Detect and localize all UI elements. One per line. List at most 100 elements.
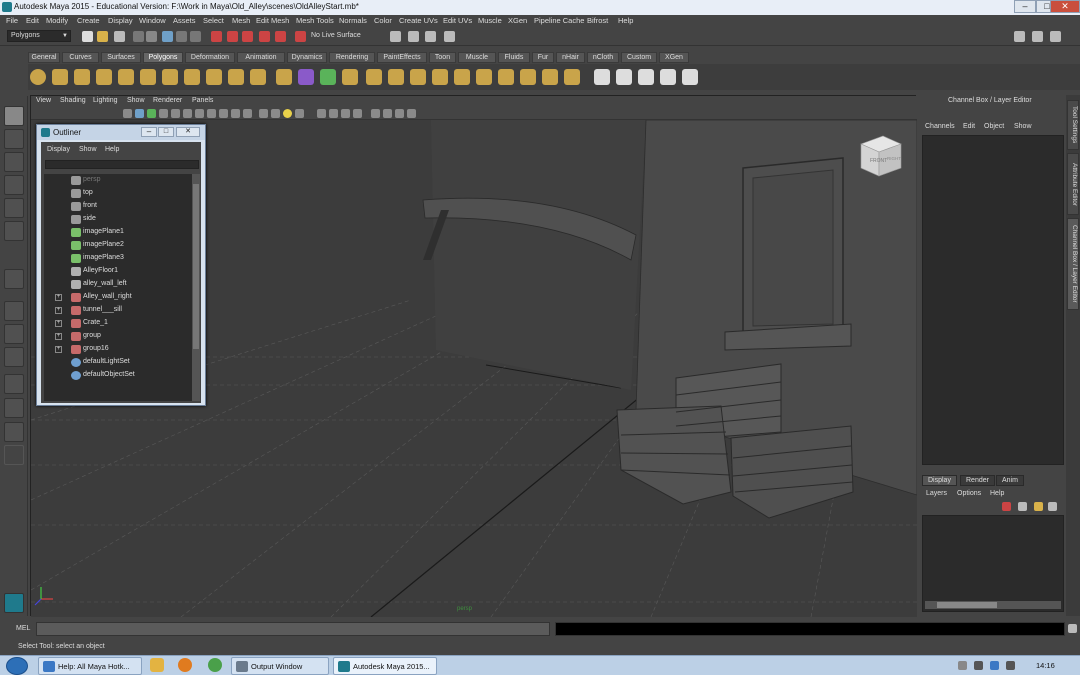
- outliner-item[interactable]: AlleyFloor1: [44, 265, 192, 278]
- autodesk-home-icon[interactable]: [4, 593, 24, 613]
- snap-grid-icon[interactable]: [211, 31, 222, 42]
- outliner-item[interactable]: + Crate_1: [44, 317, 192, 330]
- outliner-titlebar[interactable]: Outliner – □ ✕: [37, 125, 205, 140]
- taskbar-button-maya[interactable]: Autodesk Maya 2015...: [333, 657, 437, 675]
- xray-icon[interactable]: [329, 109, 338, 118]
- show-tool-settings-icon[interactable]: [1032, 31, 1043, 42]
- field-chart-icon[interactable]: [407, 109, 416, 118]
- single-perspective-layout-icon[interactable]: [4, 301, 24, 321]
- command-input[interactable]: [36, 622, 550, 636]
- automatic-mapping-icon[interactable]: [660, 69, 676, 85]
- shelf-tab-fur[interactable]: Fur: [532, 52, 554, 63]
- boolean-difference-icon[interactable]: [388, 69, 404, 85]
- shelf-tab-xgen[interactable]: XGen: [659, 52, 689, 63]
- menu-window[interactable]: Window: [139, 16, 166, 25]
- panel-menu-lighting[interactable]: Lighting: [93, 97, 118, 104]
- channel-box-menu-edit[interactable]: Edit: [963, 123, 975, 130]
- split-polygon-icon[interactable]: [542, 69, 558, 85]
- menu-create[interactable]: Create: [77, 16, 100, 25]
- append-polygon-icon[interactable]: [520, 69, 536, 85]
- expand-icon[interactable]: +: [55, 333, 62, 340]
- render-view-icon[interactable]: [390, 31, 401, 42]
- outliner-item[interactable]: alley_wall_left: [44, 278, 192, 291]
- taskbar-button-help[interactable]: Help: All Maya Hotk...: [38, 657, 142, 675]
- show-hidden-icons-icon[interactable]: [958, 661, 967, 670]
- anti-aliasing-icon[interactable]: [283, 109, 292, 118]
- outliner-item[interactable]: + tunnel___sill: [44, 304, 192, 317]
- image-plane-toggle-icon[interactable]: [159, 109, 168, 118]
- save-scene-icon[interactable]: [114, 31, 125, 42]
- wireframe-on-shaded-icon[interactable]: [207, 109, 216, 118]
- panel-menu-show[interactable]: Show: [127, 97, 145, 104]
- xray-joints-icon[interactable]: [353, 109, 362, 118]
- menu-modify[interactable]: Modify: [46, 16, 68, 25]
- outliner-item[interactable]: top: [44, 187, 192, 200]
- menu-create-uvs[interactable]: Create UVs: [399, 16, 438, 25]
- outliner-minimize-button[interactable]: –: [141, 127, 157, 137]
- snap-curve-icon[interactable]: [227, 31, 238, 42]
- channel-box-menu-object[interactable]: Object: [984, 123, 1004, 130]
- insert-edge-loop-icon[interactable]: [564, 69, 580, 85]
- outliner-scrollbar[interactable]: [192, 174, 200, 401]
- expand-icon[interactable]: +: [55, 320, 62, 327]
- boolean-intersection-icon[interactable]: [410, 69, 426, 85]
- gate-mask-icon[interactable]: [371, 109, 380, 118]
- outliner-item[interactable]: defaultLightSet: [44, 356, 192, 369]
- shelf-tab-dynamics[interactable]: Dynamics: [287, 52, 327, 63]
- menu-file[interactable]: File: [6, 16, 18, 25]
- outliner-close-button[interactable]: ✕: [176, 127, 200, 137]
- panel-menu-view[interactable]: View: [36, 97, 51, 104]
- outliner-list[interactable]: persp top front side imagePlane1 imagePlane2 i…: [44, 174, 192, 401]
- outliner-maximize-button[interactable]: □: [158, 127, 174, 137]
- show-attribute-editor-icon[interactable]: [1014, 31, 1025, 42]
- layer-tab-anim[interactable]: Anim: [996, 475, 1024, 486]
- depth-of-field-icon[interactable]: [295, 109, 304, 118]
- poly-torus-icon[interactable]: [140, 69, 156, 85]
- menu-select[interactable]: Select: [203, 16, 224, 25]
- poly-sphere-icon[interactable]: [30, 69, 46, 85]
- layer-tab-display[interactable]: Display: [922, 475, 957, 486]
- show-manipulator-icon[interactable]: [4, 269, 24, 289]
- poly-plane-icon[interactable]: [118, 69, 134, 85]
- start-button[interactable]: [6, 657, 28, 675]
- xray-active-components-icon[interactable]: [341, 109, 350, 118]
- menu-help[interactable]: Help: [618, 16, 633, 25]
- shadows-icon[interactable]: [243, 109, 252, 118]
- shelf-tab-custom[interactable]: Custom: [621, 52, 657, 63]
- grid-toggle-icon[interactable]: [171, 109, 180, 118]
- layer-menu-layers[interactable]: Layers: [926, 490, 947, 497]
- live-surface-icon[interactable]: [295, 31, 306, 42]
- safe-action-icon[interactable]: [395, 109, 404, 118]
- snap-point-icon[interactable]: [242, 31, 253, 42]
- expand-icon[interactable]: +: [55, 307, 62, 314]
- outliner-menu-help[interactable]: Help: [105, 146, 119, 153]
- layer-scrollbar[interactable]: [925, 601, 1061, 609]
- attribute-editor-tab[interactable]: Attribute Editor: [1067, 153, 1079, 215]
- menu-set-selector[interactable]: Polygons ▼: [7, 30, 71, 42]
- menu-edit-mesh[interactable]: Edit Mesh: [256, 16, 289, 25]
- paint-select-tool-icon[interactable]: [4, 152, 24, 172]
- poly-cone-icon[interactable]: [96, 69, 112, 85]
- media-player-icon[interactable]: [178, 658, 192, 672]
- new-layer-selected-icon[interactable]: [1002, 502, 1011, 511]
- rotate-tool-icon[interactable]: [4, 198, 24, 218]
- spherical-mapping-icon[interactable]: [638, 69, 654, 85]
- poly-cylinder-icon[interactable]: [74, 69, 90, 85]
- shelf-tab-animation[interactable]: Animation: [237, 52, 285, 63]
- poly-soccer-ball-icon[interactable]: [250, 69, 266, 85]
- menu-muscle[interactable]: Muscle: [478, 16, 502, 25]
- shelf-tab-toon[interactable]: Toon: [429, 52, 456, 63]
- outliner-item[interactable]: imagePlane1: [44, 226, 192, 239]
- menu-edit[interactable]: Edit: [26, 16, 39, 25]
- outliner-menu-display[interactable]: Display: [47, 146, 70, 153]
- uv-texture-editor-icon[interactable]: [682, 69, 698, 85]
- make-live-icon[interactable]: [275, 31, 286, 42]
- screen-space-ao-icon[interactable]: [259, 109, 268, 118]
- script-editor-icon[interactable]: [1068, 624, 1077, 633]
- select-component-icon[interactable]: [162, 31, 173, 42]
- bridge-icon[interactable]: [454, 69, 470, 85]
- outliner-item[interactable]: defaultObjectSet: [44, 369, 192, 382]
- layer-list[interactable]: [922, 515, 1064, 612]
- show-channel-box-icon[interactable]: [1050, 31, 1061, 42]
- menu-display[interactable]: Display: [108, 16, 133, 25]
